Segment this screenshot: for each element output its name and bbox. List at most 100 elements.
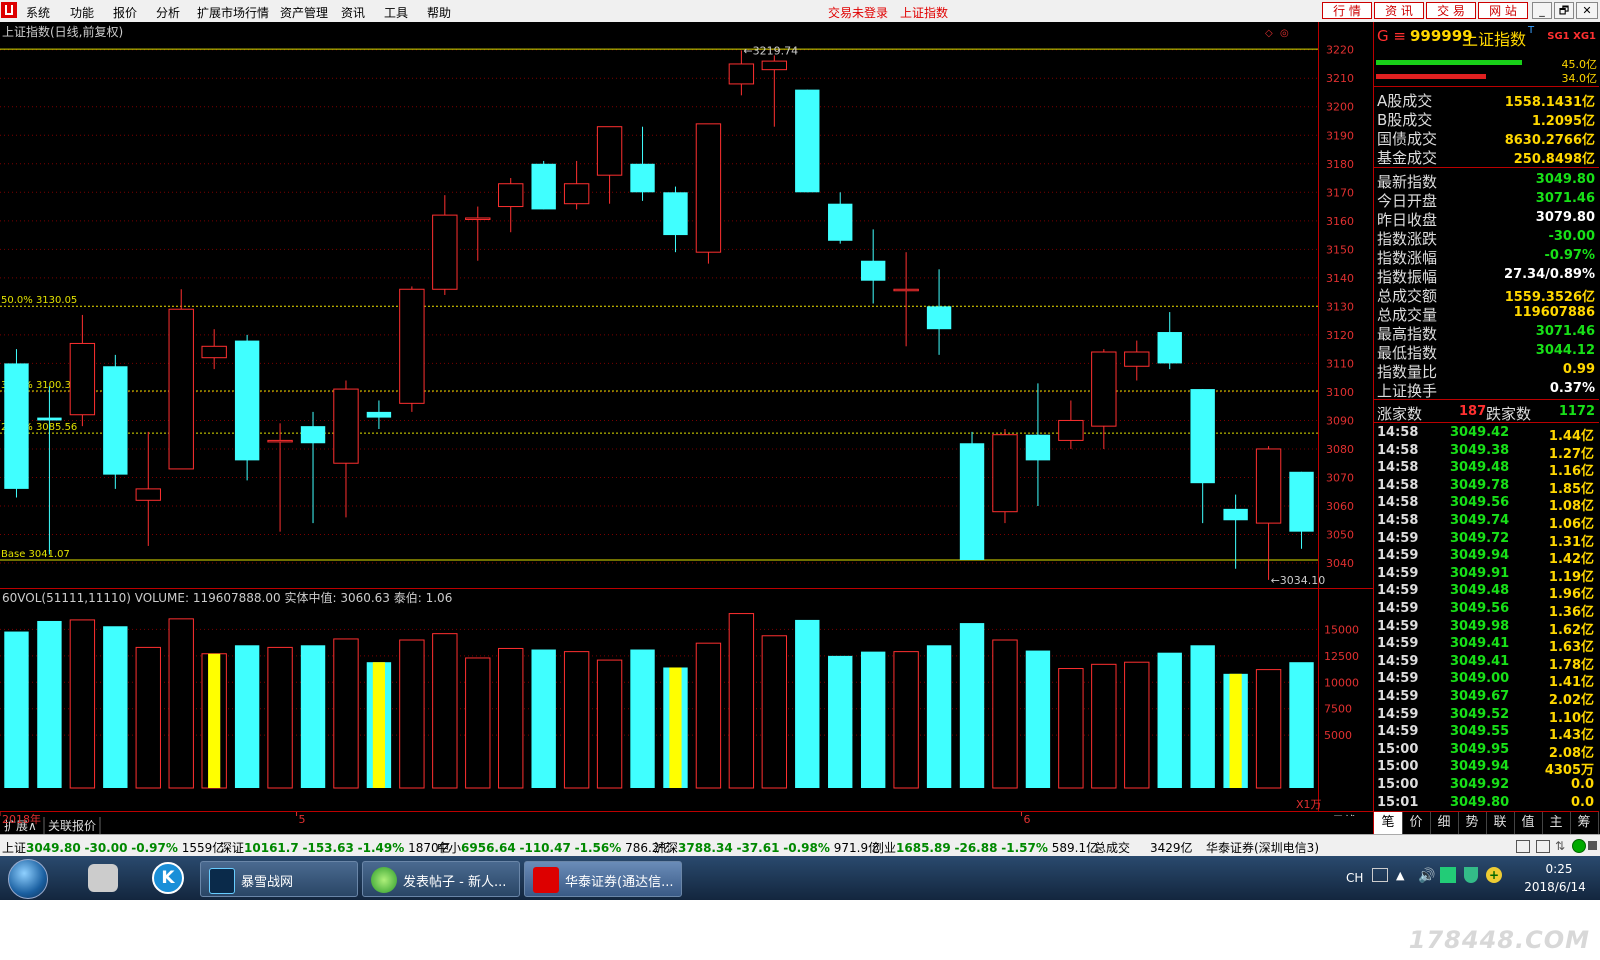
tick-price: 3049.95: [1450, 741, 1510, 757]
menu-asset-management[interactable]: 资产管理: [280, 4, 328, 21]
volume-bar: [596, 659, 623, 789]
tick-row[interactable]: 14:59 3049.98 1.62亿: [1374, 618, 1599, 638]
tick-row[interactable]: 15:00 3049.92 0.0: [1374, 776, 1599, 794]
trade-login-status[interactable]: 交易未登录: [828, 4, 888, 21]
nav-trade-button[interactable]: 交 易: [1426, 2, 1476, 19]
tick-row[interactable]: 14:59 3049.72 1.31亿: [1374, 530, 1599, 550]
tick-row[interactable]: 14:59 3049.52 1.10亿: [1374, 706, 1599, 726]
camera-app-icon[interactable]: [88, 864, 118, 892]
taskbar-app-browser[interactable]: 发表帖子 - 新人...: [362, 861, 520, 897]
nav-website-button[interactable]: 网 站: [1478, 2, 1528, 19]
volume-icon[interactable]: 🔊: [1418, 868, 1435, 884]
tick-row[interactable]: 14:59 3049.55 1.43亿: [1374, 723, 1599, 743]
close-button[interactable]: ✕: [1576, 2, 1598, 19]
clock-time[interactable]: 0:25: [1534, 862, 1584, 876]
stop-icon[interactable]: [1588, 841, 1597, 850]
clock-date[interactable]: 2018/6/14: [1518, 880, 1592, 894]
candle-body: [959, 443, 985, 560]
volume-bar: [795, 619, 820, 788]
tick-row[interactable]: 14:59 3049.67 2.02亿: [1374, 688, 1599, 708]
menu-quote[interactable]: 报价: [113, 4, 137, 21]
price-axis-label: 3120: [1326, 329, 1354, 342]
tick-row[interactable]: 14:59 3049.00 1.41亿: [1374, 670, 1599, 690]
tick-row[interactable]: 14:59 3049.91 1.19亿: [1374, 565, 1599, 585]
show-hidden-icons[interactable]: ▲: [1396, 869, 1404, 882]
chart-area[interactable]: 3220 3210 3200 3190 3180 3170 3160 3150 3140 3130…: [0, 22, 1600, 834]
total-turnover-value: 3429亿: [1150, 841, 1193, 855]
network-icon[interactable]: [1440, 867, 1456, 883]
menu-function[interactable]: 功能: [70, 4, 94, 21]
panel-tab[interactable]: 值: [1514, 812, 1543, 834]
page-footer: 178448.COM: [0, 900, 1600, 960]
volume-bar: [1157, 652, 1182, 788]
candle-body: [728, 63, 755, 85]
index-ticker-item[interactable]: 上证3049.80 -30.00 -0.97% 1559亿: [2, 839, 224, 856]
index-value: 1685.89: [896, 841, 951, 855]
tick-row[interactable]: 15:01 3049.80 0.0: [1374, 794, 1599, 812]
menu-help[interactable]: 帮助: [427, 4, 451, 21]
candle-body: [69, 342, 96, 416]
tick-row[interactable]: 14:58 3049.48 1.16亿: [1374, 459, 1599, 479]
index-ticker-item[interactable]: 中小6956.64 -110.47 -1.56% 786.2亿: [437, 839, 671, 856]
tick-row[interactable]: 14:58 3049.78 1.85亿: [1374, 477, 1599, 497]
stat-row: 今日开盘 3071.46: [1374, 189, 1599, 210]
tick-price: 3049.72: [1450, 530, 1510, 546]
tick-row[interactable]: 14:59 3049.41 1.63亿: [1374, 635, 1599, 655]
menu-system[interactable]: 系统: [26, 4, 50, 21]
k-app-icon[interactable]: K: [152, 862, 184, 894]
panel-tab[interactable]: 筹: [1570, 812, 1599, 834]
restore-button[interactable]: 🗗: [1554, 2, 1574, 19]
layout-icon[interactable]: [1516, 840, 1530, 853]
panel-tab[interactable]: 细: [1430, 812, 1459, 834]
taskbar-app-battlenet[interactable]: 暴雪战网: [200, 861, 358, 897]
tick-row[interactable]: 14:58 3049.42 1.44亿: [1374, 424, 1599, 444]
panel-tab[interactable]: 价: [1402, 812, 1431, 834]
index-ticker-item[interactable]: 深证10161.7 -153.63 -1.49% 1870亿: [220, 839, 451, 856]
taskbar-app-trading[interactable]: 华泰证券(通达信...: [524, 861, 682, 897]
start-button[interactable]: [8, 859, 48, 899]
tick-row[interactable]: 14:59 3049.41 1.78亿: [1374, 653, 1599, 673]
chart-settings-icon: ◇: [1265, 28, 1273, 39]
candle-body: [795, 89, 820, 193]
tick-row[interactable]: 14:58 3049.38 1.27亿: [1374, 442, 1599, 462]
tick-row[interactable]: 14:59 3049.94 1.42亿: [1374, 547, 1599, 567]
nav-quotes-button[interactable]: 行 情: [1322, 2, 1372, 19]
tick-row[interactable]: 15:00 3049.95 2.08亿: [1374, 741, 1599, 761]
tick-row[interactable]: 14:58 3049.56 1.08亿: [1374, 494, 1599, 514]
index-ticker-item[interactable]: 沪深3788.34 -37.61 -0.98% 971.9亿: [654, 839, 880, 856]
index-value: 10161.7: [244, 841, 299, 855]
bottom-tab-strip: [0, 816, 1373, 834]
candle-body: [333, 388, 359, 464]
security-shield-icon[interactable]: [1464, 867, 1478, 883]
input-language[interactable]: CH: [1346, 871, 1363, 885]
tick-row[interactable]: 15:00 3049.94 4305万: [1374, 758, 1599, 778]
panel-tab[interactable]: 主: [1542, 812, 1571, 834]
tick-time: 15:00: [1377, 759, 1419, 775]
add-tray-icon[interactable]: +: [1486, 867, 1502, 883]
menu-analysis[interactable]: 分析: [156, 4, 180, 21]
menu-extended-market[interactable]: 扩展市场行情: [197, 4, 269, 21]
tick-row[interactable]: 14:59 3049.48 1.96亿: [1374, 582, 1599, 602]
menu-news[interactable]: 资讯: [341, 4, 365, 21]
panel-tab[interactable]: 势: [1458, 812, 1487, 834]
minimize-button[interactable]: _: [1532, 2, 1552, 19]
index-ticker-bar[interactable]: 上证3049.80 -30.00 -0.97% 1559亿 深证10161.7 -…: [0, 834, 1600, 857]
window-icon[interactable]: [1536, 840, 1550, 853]
price-axis-label: 3090: [1326, 414, 1354, 427]
tick-row[interactable]: 14:58 3049.74 1.06亿: [1374, 512, 1599, 532]
menu-tools[interactable]: 工具: [384, 4, 408, 21]
nav-news-button[interactable]: 资 讯: [1374, 2, 1424, 19]
volume-bar: [959, 623, 985, 788]
connection-icon[interactable]: ⇅: [1555, 839, 1565, 853]
candlestick-chart[interactable]: 3220 3210 3200 3190 3180 3170 3160 3150 3140 3130…: [0, 22, 1373, 834]
panel-tab[interactable]: 联: [1486, 812, 1515, 834]
price-axis-label: 3080: [1326, 443, 1354, 456]
volume-indicator-title: 60VOL(51111,11110) VOLUME: 119607888.00 …: [2, 590, 452, 605]
index-ticker-item[interactable]: 创业1685.89 -26.88 -1.57% 589.1亿: [872, 839, 1098, 856]
price-axis-label: 3160: [1326, 215, 1354, 228]
candle-body: [432, 214, 458, 290]
volume-signal-marker: [372, 662, 386, 788]
tick-row[interactable]: 14:59 3049.56 1.36亿: [1374, 600, 1599, 620]
keyboard-icon[interactable]: [1372, 868, 1388, 882]
panel-tab[interactable]: 笔: [1374, 812, 1403, 834]
